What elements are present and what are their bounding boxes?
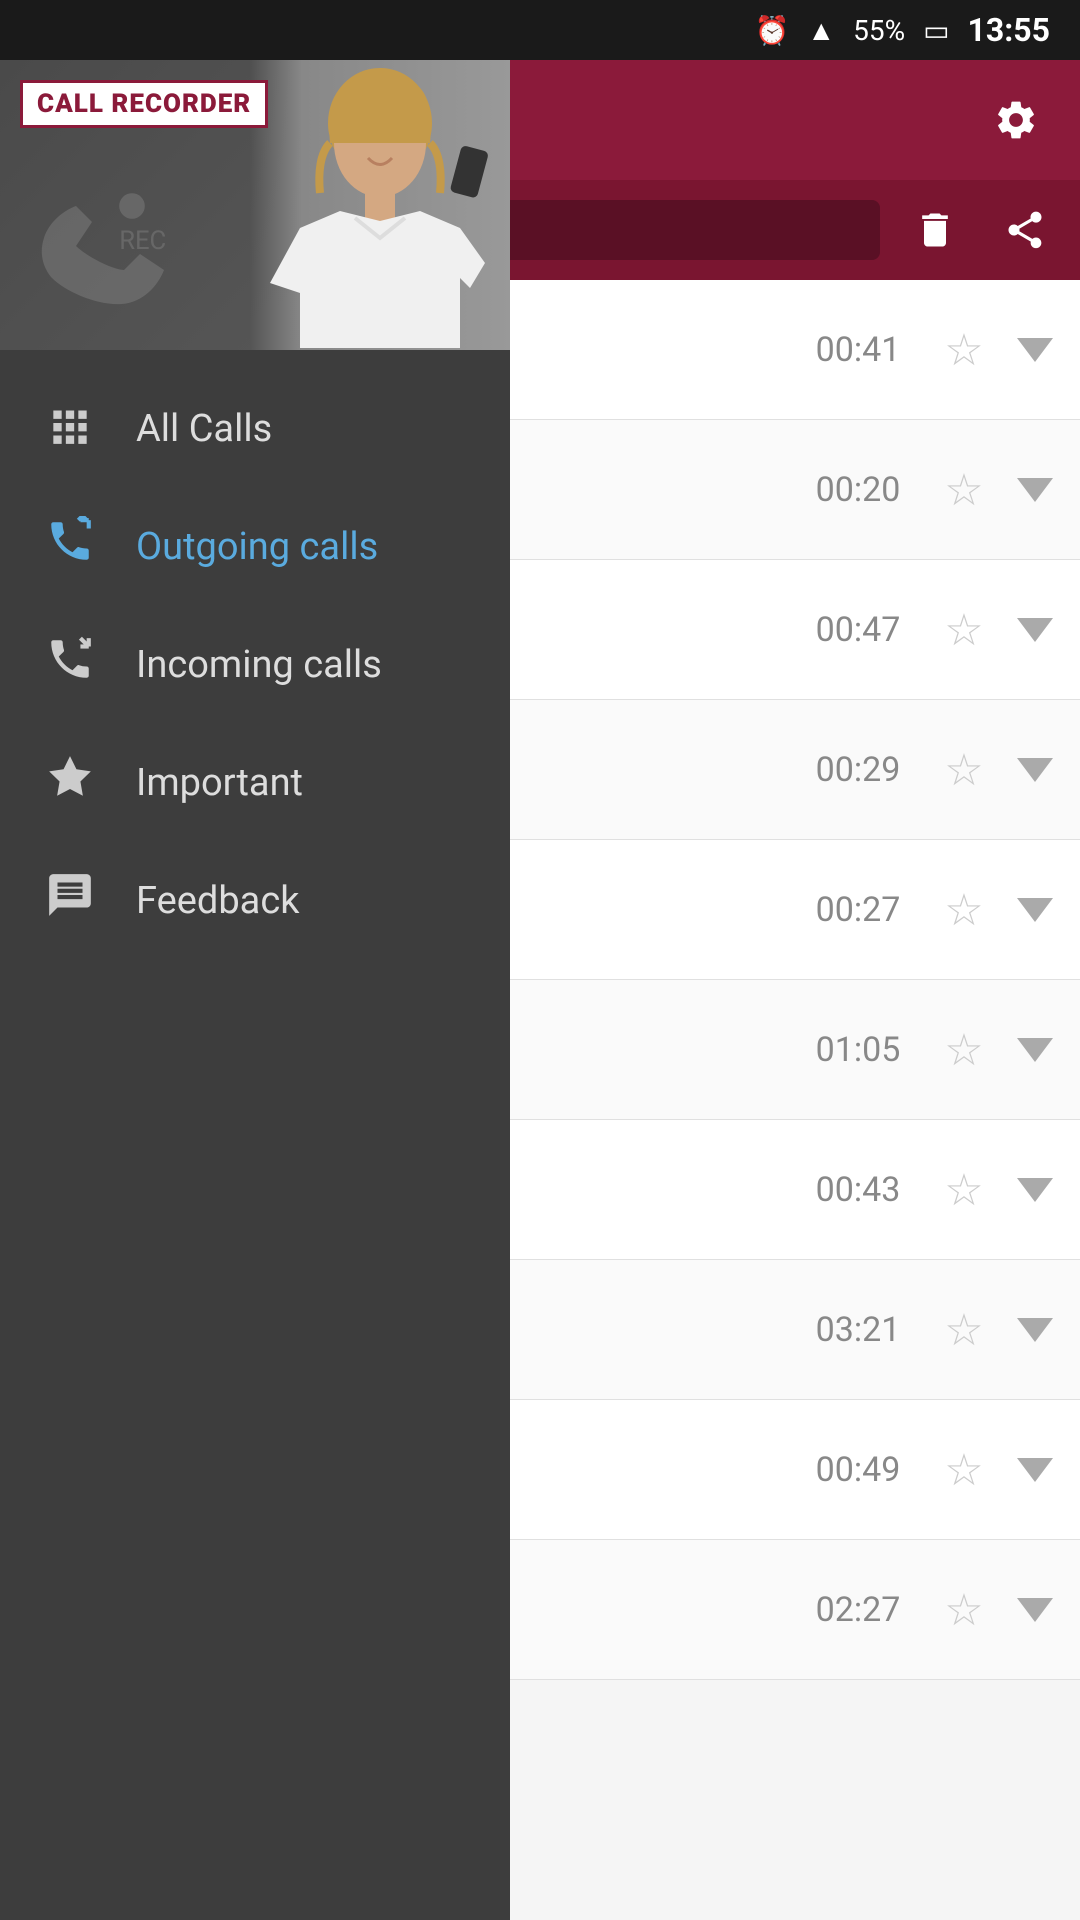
dropdown-button[interactable] — [1010, 745, 1060, 795]
star-button[interactable]: ☆ — [934, 604, 994, 656]
share-button[interactable] — [990, 195, 1060, 265]
star-button[interactable]: ☆ — [934, 1164, 994, 1216]
call-duration: 00:49 — [798, 1450, 918, 1490]
dropdown-button[interactable] — [1010, 465, 1060, 515]
share-icon — [1003, 208, 1047, 252]
status-bar: ⏰ ▲ 55% ▭ 13:55 — [0, 0, 1080, 60]
nav-label-important: Important — [136, 761, 303, 805]
nav-label-all-calls: All Calls — [136, 407, 272, 451]
logo-text: CALL RECORDER — [37, 89, 251, 119]
person-svg — [260, 63, 500, 348]
dropdown-button[interactable] — [1010, 1165, 1060, 1215]
dropdown-button[interactable] — [1010, 1445, 1060, 1495]
sidebar-item-important[interactable]: Important — [0, 724, 510, 842]
nav-icon-incoming-calls — [40, 634, 100, 696]
star-button[interactable]: ☆ — [934, 884, 994, 936]
sidebar-item-all-calls[interactable]: All Calls — [0, 370, 510, 488]
delete-button[interactable] — [900, 195, 970, 265]
signal-icon: ▲ — [807, 14, 835, 47]
phone-rec-svg: REC — [20, 166, 180, 326]
call-duration: 00:20 — [798, 470, 918, 510]
call-duration: 00:41 — [798, 330, 918, 370]
chevron-down-icon — [1017, 478, 1053, 502]
dropdown-button[interactable] — [1010, 1305, 1060, 1355]
dropdown-button[interactable] — [1010, 325, 1060, 375]
nav-label-incoming-calls: Incoming calls — [136, 643, 382, 687]
status-time: 13:55 — [968, 11, 1050, 49]
nav-icon-all-calls — [40, 398, 100, 460]
star-button[interactable]: ☆ — [934, 1024, 994, 1076]
call-duration: 00:43 — [798, 1170, 918, 1210]
star-button[interactable]: ☆ — [934, 1584, 994, 1636]
call-duration: 01:05 — [798, 1030, 918, 1070]
header-person-image — [250, 60, 510, 350]
chevron-down-icon — [1017, 338, 1053, 362]
star-button[interactable]: ☆ — [934, 1304, 994, 1356]
trash-icon — [913, 208, 957, 252]
nav-label-outgoing-calls: Outgoing calls — [136, 525, 378, 569]
call-duration: 00:27 — [798, 890, 918, 930]
star-button[interactable]: ☆ — [934, 324, 994, 376]
chevron-down-icon — [1017, 618, 1053, 642]
call-duration: 00:47 — [798, 610, 918, 650]
nav-icon-important — [40, 752, 100, 814]
chevron-down-icon — [1017, 758, 1053, 782]
nav-icon-outgoing-calls — [40, 516, 100, 578]
call-duration: 00:29 — [798, 750, 918, 790]
star-button[interactable]: ☆ — [934, 464, 994, 516]
alarm-icon: ⏰ — [755, 14, 790, 47]
chevron-down-icon — [1017, 898, 1053, 922]
chevron-down-icon — [1017, 1598, 1053, 1622]
nav-icon-feedback — [40, 870, 100, 932]
app-logo: CALL RECORDER — [20, 80, 268, 128]
sidebar-item-outgoing-calls[interactable]: Outgoing calls — [0, 488, 510, 606]
chevron-down-icon — [1017, 1458, 1053, 1482]
dropdown-button[interactable] — [1010, 1585, 1060, 1635]
dropdown-button[interactable] — [1010, 885, 1060, 935]
chevron-down-icon — [1017, 1178, 1053, 1202]
navigation-drawer: CALL RECORDER REC — [0, 60, 510, 1920]
drawer-nav: All Calls Outgoing calls Incoming calls … — [0, 350, 510, 1920]
drawer-header: CALL RECORDER REC — [0, 60, 510, 350]
battery-percent: 55% — [853, 14, 905, 47]
rec-phone-icon: REC — [20, 166, 180, 330]
status-icons: ⏰ ▲ 55% ▭ 13:55 — [755, 11, 1051, 49]
nav-label-feedback: Feedback — [136, 879, 300, 923]
battery-icon: ▭ — [923, 14, 949, 47]
svg-text:REC: REC — [119, 226, 166, 256]
call-duration: 02:27 — [798, 1590, 918, 1630]
dropdown-button[interactable] — [1010, 605, 1060, 655]
call-duration: 03:21 — [798, 1310, 918, 1350]
chevron-down-icon — [1017, 1318, 1053, 1342]
main-container: Call Recorder — [0, 60, 1080, 1920]
settings-button[interactable] — [976, 80, 1056, 160]
dropdown-button[interactable] — [1010, 1025, 1060, 1075]
chevron-down-icon — [1017, 1038, 1053, 1062]
star-button[interactable]: ☆ — [934, 744, 994, 796]
sidebar-item-incoming-calls[interactable]: Incoming calls — [0, 606, 510, 724]
gear-icon — [993, 97, 1039, 143]
star-button[interactable]: ☆ — [934, 1444, 994, 1496]
sidebar-item-feedback[interactable]: Feedback — [0, 842, 510, 960]
